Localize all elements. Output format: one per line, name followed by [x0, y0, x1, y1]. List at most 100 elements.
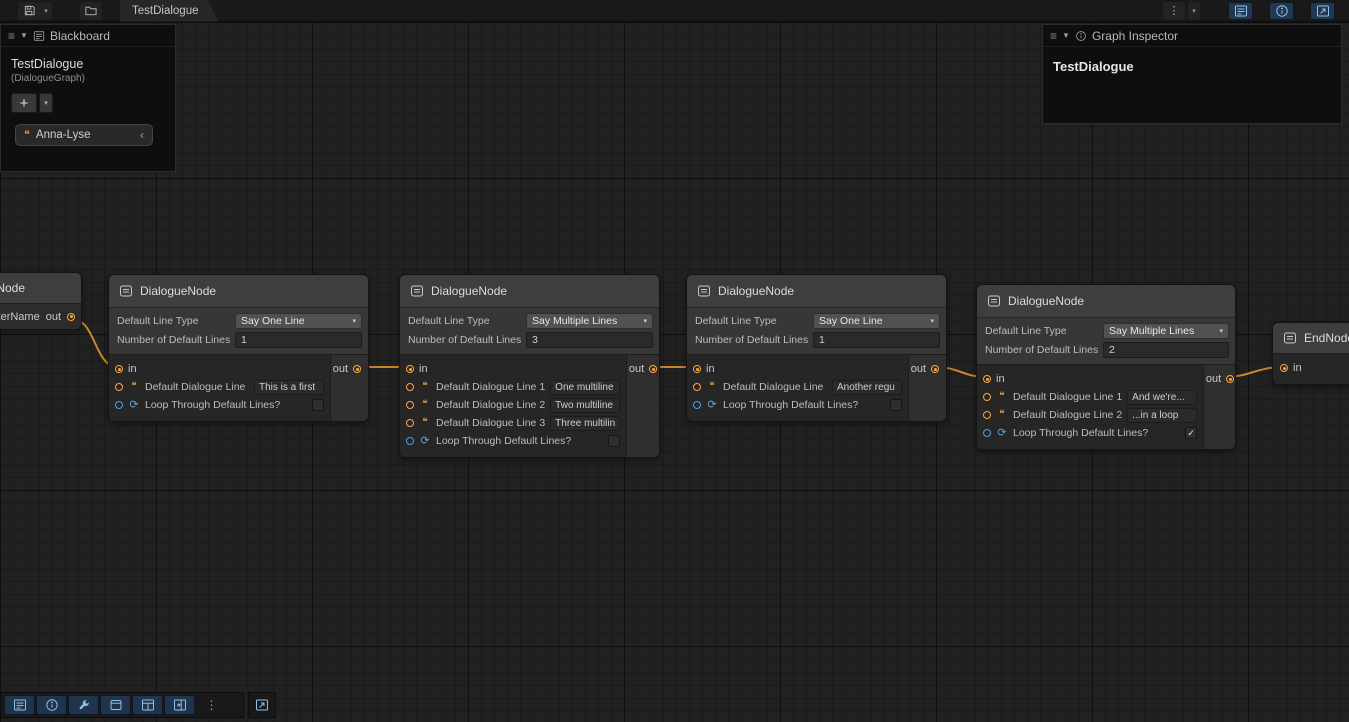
blackboard-graph-type: (DialogueGraph) [1, 71, 175, 84]
bottom-overflow-button[interactable]: ⋮ [196, 695, 227, 715]
blackboard-icon [13, 698, 27, 712]
out-port-label: out [1206, 373, 1221, 385]
open-asset-button[interactable] [80, 2, 102, 20]
board-grid-icon [141, 698, 155, 712]
dialogue-node-icon [119, 284, 133, 298]
dialogue-line-input[interactable]: And we're... [1127, 390, 1197, 405]
node-partial-left[interactable]: Node kerName out [0, 272, 82, 330]
out-port[interactable] [67, 313, 75, 321]
line-type-dropdown[interactable]: Say Multiple Lines ▾ [1103, 323, 1229, 339]
tools-button[interactable] [68, 695, 99, 715]
overflow-caret-button[interactable]: ▾ [1188, 2, 1200, 20]
end-node[interactable]: EndNode in [1272, 322, 1349, 385]
num-lines-input[interactable]: 2 [1103, 342, 1229, 358]
num-lines-input[interactable]: 1 [235, 332, 362, 348]
in-port[interactable] [406, 365, 414, 373]
plus-icon: + [20, 96, 29, 111]
loop-port[interactable] [983, 429, 991, 437]
dialogue-node-icon [987, 294, 1001, 308]
foldout-arrow-icon[interactable]: ▼ [20, 31, 28, 40]
expand-panel-button[interactable] [248, 692, 276, 718]
line-type-dropdown[interactable]: Say Multiple Lines ▾ [526, 313, 653, 329]
graph-tab[interactable]: TestDialogue [120, 0, 218, 22]
graph-inspector-header[interactable]: ≡ ▼ Graph Inspector [1043, 25, 1341, 47]
dialogue-line-input[interactable]: Three multilin [550, 416, 620, 431]
in-port[interactable] [115, 365, 123, 373]
blackboard-property-anna-lyse[interactable]: ❝ Anna-Lyse ‹ [15, 124, 153, 146]
in-port-label: in [128, 363, 137, 375]
loop-icon: ⟳ [128, 400, 140, 411]
node-title-bar[interactable]: DialogueNode [687, 275, 946, 307]
loop-checkbox[interactable] [608, 435, 620, 447]
end-node-icon [1283, 331, 1297, 345]
in-port[interactable] [983, 375, 991, 383]
dialogue-line-port[interactable] [406, 419, 414, 427]
out-port-label: out [629, 363, 644, 375]
add-property-button[interactable]: + [11, 93, 37, 113]
add-property-caret-button[interactable]: ▾ [39, 93, 53, 113]
toggle-inspector-button[interactable] [1269, 2, 1294, 20]
loop-port[interactable] [693, 401, 701, 409]
out-port[interactable] [1226, 375, 1234, 383]
loop-icon: ⟳ [996, 428, 1008, 439]
num-lines-input[interactable]: 3 [526, 332, 653, 348]
dialogue-node-3[interactable]: DialogueNode Default Line Type Say One L… [686, 274, 947, 422]
board-view-button[interactable] [132, 695, 163, 715]
collapse-chevron-icon[interactable]: ‹ [140, 128, 144, 142]
info-icon [1275, 4, 1289, 18]
num-lines-input[interactable]: 1 [813, 332, 940, 348]
dialogue-line-input[interactable]: Two multiline [550, 398, 620, 413]
overflow-menu-button[interactable]: ⋮ [1163, 2, 1185, 20]
dialogue-node-1[interactable]: DialogueNode Default Line Type Say One L… [108, 274, 369, 422]
blackboard-panel: ≡ ▼ Blackboard TestDialogue (DialogueGra… [0, 24, 176, 172]
loop-port[interactable] [406, 437, 414, 445]
hamburger-icon[interactable]: ≡ [8, 29, 15, 43]
in-port[interactable] [693, 365, 701, 373]
dialogue-line-input[interactable]: ...in a loop [1127, 408, 1197, 423]
in-port[interactable] [1280, 364, 1288, 372]
node-title-bar[interactable]: EndNode [1273, 323, 1349, 353]
toggle-blackboard-button[interactable] [1228, 2, 1253, 20]
loop-icon: ⟳ [419, 436, 431, 447]
dialogue-line-label: Default Dialogue Line 1 [436, 381, 545, 393]
out-port[interactable] [931, 365, 939, 373]
out-port[interactable] [649, 365, 657, 373]
line-type-dropdown[interactable]: Say One Line ▾ [813, 313, 940, 329]
loop-checkbox[interactable] [312, 399, 324, 411]
save-dropdown-button[interactable]: ▾ [40, 2, 52, 20]
dialogue-line-input[interactable]: One multiline [550, 380, 620, 395]
prop-label: Default Line Type [115, 315, 235, 327]
dialogue-line-port[interactable] [406, 383, 414, 391]
blackboard-toggle-button[interactable] [4, 695, 35, 715]
node-title-bar[interactable]: DialogueNode [977, 285, 1235, 317]
in-port-label: in [706, 363, 715, 375]
save-button[interactable] [18, 2, 40, 20]
string-type-icon: ❝ [24, 130, 30, 141]
loop-port[interactable] [115, 401, 123, 409]
window-button[interactable] [100, 695, 131, 715]
kebab-icon: ⋮ [1169, 4, 1180, 17]
node-title-bar[interactable]: Node [0, 273, 81, 303]
node-title-bar[interactable]: DialogueNode [400, 275, 659, 307]
inspector-toggle-button[interactable] [36, 695, 67, 715]
toggle-minimap-button[interactable] [1310, 2, 1335, 20]
dialogue-node-2[interactable]: DialogueNode Default Line Type Say Multi… [399, 274, 660, 458]
out-port[interactable] [353, 365, 361, 373]
blackboard-header[interactable]: ≡ ▼ Blackboard [1, 25, 175, 47]
dialogue-line-port[interactable] [115, 383, 123, 391]
foldout-arrow-icon[interactable]: ▼ [1062, 31, 1070, 40]
node-title-bar[interactable]: DialogueNode [109, 275, 368, 307]
panel-toggle-button[interactable] [164, 695, 195, 715]
loop-checkbox[interactable]: ✓ [1185, 427, 1197, 439]
line-type-dropdown[interactable]: Say One Line ▾ [235, 313, 362, 329]
dialogue-line-port[interactable] [406, 401, 414, 409]
dialogue-line-input[interactable]: Another regu [832, 380, 902, 395]
dialogue-node-4[interactable]: DialogueNode Default Line Type Say Multi… [976, 284, 1236, 450]
hamburger-icon[interactable]: ≡ [1050, 29, 1057, 43]
dialogue-line-port[interactable] [693, 383, 701, 391]
dialogue-line-port[interactable] [983, 393, 991, 401]
caret-down-icon: ▾ [352, 317, 356, 325]
dialogue-line-port[interactable] [983, 411, 991, 419]
dialogue-line-input[interactable]: This is a first [254, 380, 324, 395]
loop-checkbox[interactable] [890, 399, 902, 411]
